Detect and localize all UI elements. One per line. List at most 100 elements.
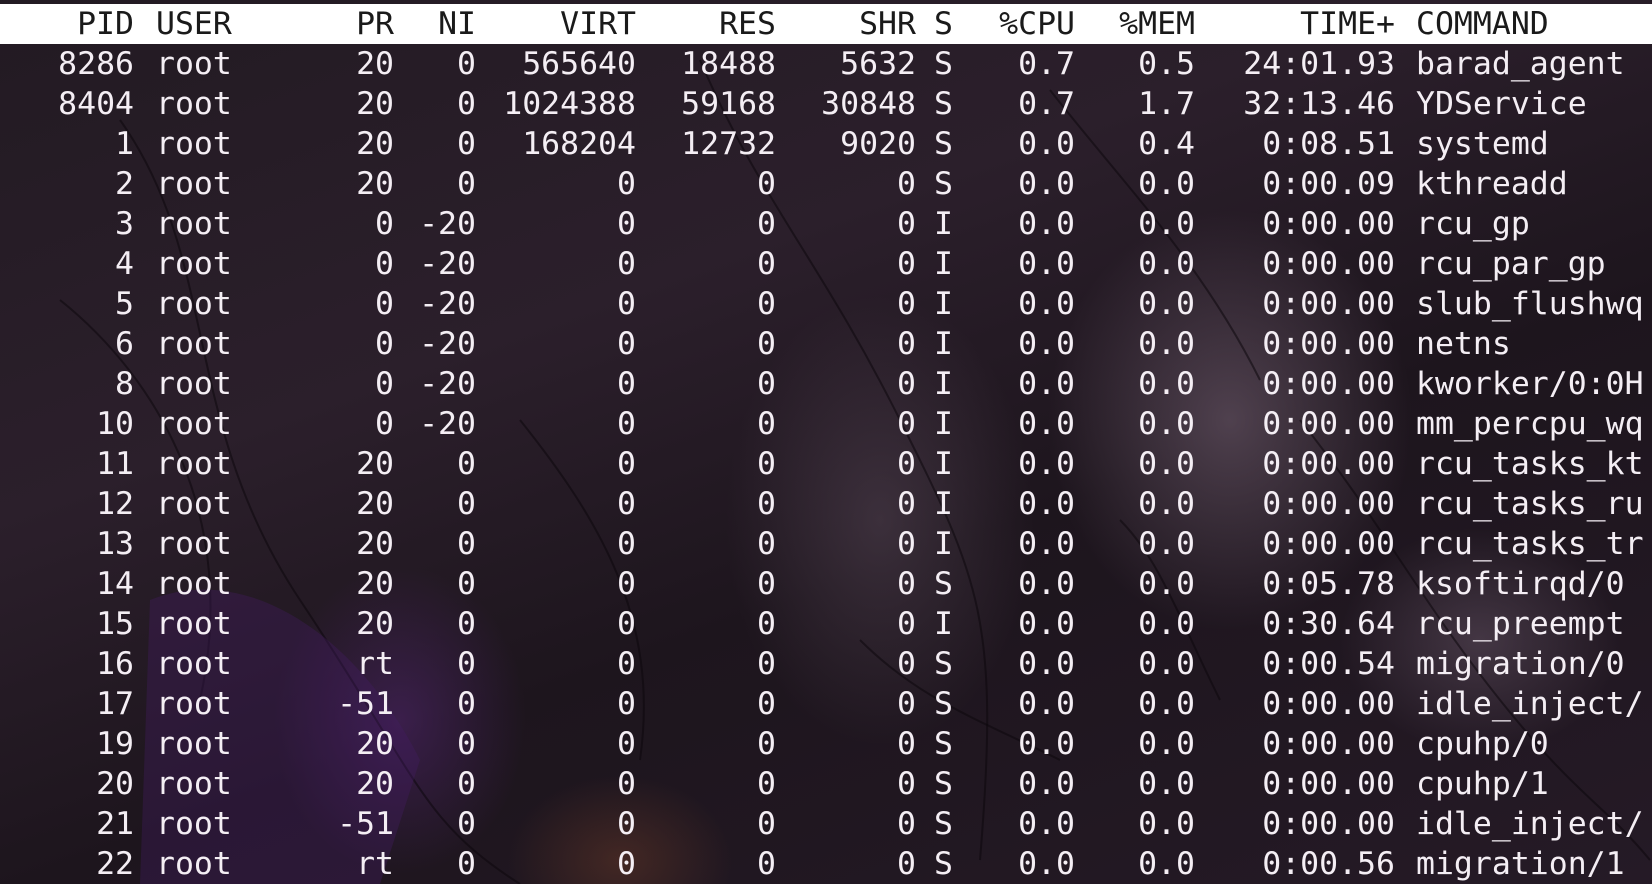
cell-command: rcu_preempt — [1416, 606, 1625, 642]
cell-pid: 22 — [96, 846, 134, 882]
cell-shr: 0 — [897, 766, 916, 802]
cell-mem: 0.0 — [1138, 686, 1195, 722]
cell-shr: 0 — [897, 286, 916, 322]
cell-ni: -20 — [419, 326, 476, 362]
cell-user: root — [156, 126, 232, 162]
process-row: 8 root 0 -20 0 0 0 I 0.0 0.0 0:00.00 kworker/0:0H — [0, 364, 1652, 404]
cell-time: 0:30.64 — [1262, 606, 1395, 642]
cell-pid: 21 — [96, 806, 134, 842]
cell-cpu: 0.7 — [1018, 86, 1075, 122]
cell-user: root — [156, 846, 232, 882]
cell-s: I — [934, 406, 953, 442]
cell-time: 0:00.00 — [1262, 486, 1395, 522]
header-virt: VIRT — [560, 6, 636, 42]
cell-s: I — [934, 526, 953, 562]
cell-cpu: 0.0 — [1018, 406, 1075, 442]
cell-command: kworker/0:0H — [1416, 366, 1644, 402]
cell-virt: 168204 — [522, 126, 636, 162]
cell-virt: 0 — [617, 446, 636, 482]
cell-res: 0 — [757, 206, 776, 242]
cell-time: 0:00.00 — [1262, 526, 1395, 562]
cell-time: 0:00.00 — [1262, 366, 1395, 402]
cell-command: barad_agent — [1416, 46, 1625, 82]
cell-res: 0 — [757, 566, 776, 602]
cell-user: root — [156, 806, 232, 842]
cell-res: 0 — [757, 686, 776, 722]
cell-s: I — [934, 446, 953, 482]
cell-mem: 0.0 — [1138, 326, 1195, 362]
cell-pid: 17 — [96, 686, 134, 722]
cell-cpu: 0.0 — [1018, 726, 1075, 762]
cell-mem: 0.0 — [1138, 566, 1195, 602]
cell-mem: 0.0 — [1138, 246, 1195, 282]
process-row: 2 root 20 0 0 0 0 S 0.0 0.0 0:00.09 kthreadd — [0, 164, 1652, 204]
cell-res: 0 — [757, 726, 776, 762]
cell-cpu: 0.0 — [1018, 526, 1075, 562]
cell-mem: 0.0 — [1138, 726, 1195, 762]
cell-pid: 2 — [115, 166, 134, 202]
cell-cpu: 0.0 — [1018, 246, 1075, 282]
cell-mem: 0.5 — [1138, 46, 1195, 82]
cell-ni: 0 — [457, 686, 476, 722]
cell-shr: 0 — [897, 646, 916, 682]
cell-res: 18488 — [681, 46, 776, 82]
cell-res: 0 — [757, 446, 776, 482]
cell-res: 0 — [757, 526, 776, 562]
cell-pr: 20 — [356, 126, 394, 162]
cell-virt: 0 — [617, 286, 636, 322]
cell-virt: 0 — [617, 566, 636, 602]
cell-user: root — [156, 206, 232, 242]
cell-res: 0 — [757, 486, 776, 522]
cell-pr: -51 — [337, 806, 394, 842]
cell-command: mm_percpu_wq — [1416, 406, 1644, 442]
cell-pid: 5 — [115, 286, 134, 322]
cell-s: S — [934, 846, 953, 882]
cell-pr: 20 — [356, 446, 394, 482]
cell-mem: 0.0 — [1138, 526, 1195, 562]
cell-time: 0:00.00 — [1262, 766, 1395, 802]
cell-command: slub_flushwq — [1416, 286, 1644, 322]
cell-user: root — [156, 326, 232, 362]
cell-command: rcu_tasks_ru — [1416, 486, 1644, 522]
cell-ni: 0 — [457, 446, 476, 482]
cell-pid: 14 — [96, 566, 134, 602]
cell-pr: 20 — [356, 86, 394, 122]
process-row: 20 root 20 0 0 0 0 S 0.0 0.0 0:00.00 cpuhp/1 — [0, 764, 1652, 804]
cell-command: rcu_gp — [1416, 206, 1530, 242]
cell-res: 0 — [757, 286, 776, 322]
cell-pid: 6 — [115, 326, 134, 362]
cell-pid: 19 — [96, 726, 134, 762]
header-mem: %MEM — [1119, 6, 1195, 42]
cell-pid: 10 — [96, 406, 134, 442]
cell-mem: 0.0 — [1138, 166, 1195, 202]
cell-s: S — [934, 46, 953, 82]
cell-ni: 0 — [457, 486, 476, 522]
cell-command: kthreadd — [1416, 166, 1568, 202]
cell-virt: 0 — [617, 166, 636, 202]
cell-shr: 0 — [897, 406, 916, 442]
cell-user: root — [156, 566, 232, 602]
cell-pr: 20 — [356, 726, 394, 762]
cell-s: I — [934, 206, 953, 242]
cell-command: ksoftirqd/0 — [1416, 566, 1625, 602]
cell-res: 0 — [757, 646, 776, 682]
cell-res: 59168 — [681, 86, 776, 122]
cell-res: 0 — [757, 766, 776, 802]
process-row: 13 root 20 0 0 0 0 I 0.0 0.0 0:00.00 rcu_tasks_tr — [0, 524, 1652, 564]
cell-res: 12732 — [681, 126, 776, 162]
cell-cpu: 0.7 — [1018, 46, 1075, 82]
cell-virt: 0 — [617, 686, 636, 722]
cell-pr: 20 — [356, 486, 394, 522]
cell-cpu: 0.0 — [1018, 446, 1075, 482]
cell-cpu: 0.0 — [1018, 206, 1075, 242]
cell-time: 32:13.46 — [1243, 86, 1395, 122]
cell-user: root — [156, 166, 232, 202]
cell-pr: 0 — [375, 366, 394, 402]
cell-mem: 0.0 — [1138, 286, 1195, 322]
cell-command: idle_inject/ — [1416, 806, 1644, 842]
process-row: 16 root rt 0 0 0 0 S 0.0 0.0 0:00.54 migration/0 — [0, 644, 1652, 684]
cell-time: 0:08.51 — [1262, 126, 1395, 162]
cell-s: S — [934, 86, 953, 122]
cell-time: 0:05.78 — [1262, 566, 1395, 602]
cell-pr: rt — [356, 646, 394, 682]
